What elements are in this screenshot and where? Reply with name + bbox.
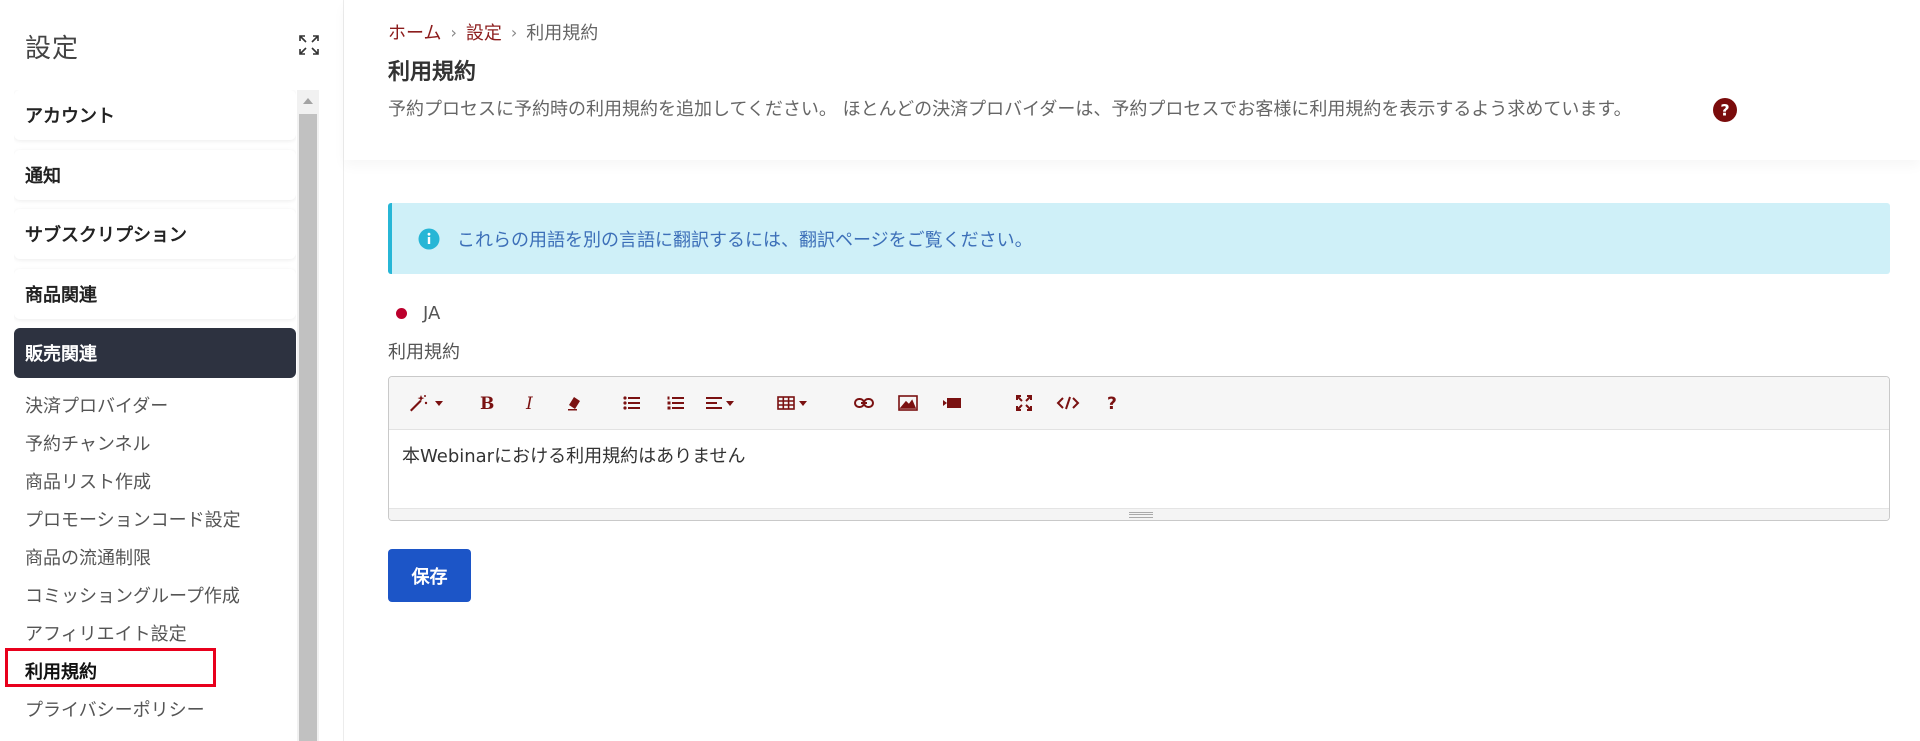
sidebar-item-promo-codes[interactable]: プロモーションコード設定 bbox=[14, 500, 296, 538]
japan-flag-icon bbox=[396, 308, 407, 319]
sidebar-item-affiliate-settings[interactable]: アフィリエイト設定 bbox=[14, 614, 296, 652]
editor-content-area[interactable]: 本Webinarにおける利用規約はありません bbox=[389, 430, 1889, 508]
sidebar-section-subscription[interactable]: サブスクリプション bbox=[14, 209, 296, 259]
scroll-thumb[interactable] bbox=[299, 114, 317, 741]
magic-icon[interactable] bbox=[409, 388, 443, 418]
sidebar-item-product-lists[interactable]: 商品リスト作成 bbox=[14, 462, 296, 500]
resize-grip-icon bbox=[1129, 512, 1153, 518]
sidebar-section-account[interactable]: アカウント bbox=[14, 90, 296, 140]
editor-help-icon[interactable]: ? bbox=[1097, 388, 1127, 418]
ordered-list-icon[interactable] bbox=[661, 388, 691, 418]
align-icon[interactable] bbox=[705, 388, 735, 418]
breadcrumb-home-link[interactable]: ホーム bbox=[388, 19, 441, 45]
sidebar-header: 設定 bbox=[25, 28, 320, 64]
breadcrumb-separator: › bbox=[510, 22, 518, 42]
svg-text:B: B bbox=[480, 394, 494, 412]
sidebar-title: 設定 bbox=[25, 34, 80, 64]
rich-text-editor: B I ? 本Webinarにおける利用規約はありません bbox=[388, 376, 1890, 521]
sidebar-item-commission-groups[interactable]: コミッショングループ作成 bbox=[14, 576, 296, 614]
italic-icon[interactable]: I bbox=[515, 388, 545, 418]
save-button[interactable]: 保存 bbox=[388, 549, 471, 602]
app-root: 設定 アカウント 通知 サブスクリプション 商品関連 販売関連 決済プロバイダー… bbox=[0, 0, 1920, 741]
breadcrumb-separator: › bbox=[450, 22, 457, 42]
settings-sidebar: 設定 アカウント 通知 サブスクリプション 商品関連 販売関連 決済プロバイダー… bbox=[0, 0, 344, 741]
scroll-up-arrow[interactable] bbox=[297, 90, 319, 112]
image-icon[interactable] bbox=[893, 388, 923, 418]
language-indicator: JA bbox=[396, 303, 440, 324]
sidebar-item-privacy-policy[interactable]: プライバシーポリシー bbox=[14, 690, 296, 728]
svg-text:I: I bbox=[525, 394, 533, 412]
code-view-icon[interactable] bbox=[1053, 388, 1083, 418]
sidebar-section-products[interactable]: 商品関連 bbox=[14, 268, 296, 319]
bold-icon[interactable]: B bbox=[471, 388, 501, 418]
svg-text:?: ? bbox=[1107, 394, 1117, 412]
fullscreen-icon[interactable] bbox=[1009, 388, 1039, 418]
sidebar-nav: アカウント 通知 サブスクリプション 商品関連 販売関連 決済プロバイダー 予約… bbox=[14, 90, 296, 741]
info-text: これらの用語を別の言語に翻訳するには、翻訳ページをご覧ください。 bbox=[457, 229, 1033, 251]
link-icon[interactable] bbox=[849, 388, 879, 418]
sidebar-item-booking-channels[interactable]: 予約チャンネル bbox=[14, 424, 296, 462]
info-alert: これらの用語を別の言語に翻訳するには、翻訳ページをご覧ください。 bbox=[388, 203, 1890, 274]
breadcrumb: ホーム › 設定 › 利用規約 bbox=[388, 19, 598, 45]
editor-resize-handle[interactable] bbox=[389, 508, 1889, 520]
sidebar-item-payment-providers[interactable]: 決済プロバイダー bbox=[14, 386, 296, 424]
expand-icon[interactable] bbox=[298, 34, 320, 56]
page-title: 利用規約 bbox=[388, 60, 477, 85]
sidebar-item-distribution-limits[interactable]: 商品の流通制限 bbox=[14, 538, 296, 576]
sidebar-section-notifications[interactable]: 通知 bbox=[14, 149, 296, 200]
sidebar-item-terms[interactable]: 利用規約 bbox=[14, 652, 296, 690]
language-code: JA bbox=[423, 303, 441, 324]
page-header: ホーム › 設定 › 利用規約 利用規約 予約プロセスに予約時の利用規約を追加し… bbox=[344, 0, 1920, 160]
help-icon[interactable]: ? bbox=[1712, 97, 1738, 123]
unordered-list-icon[interactable] bbox=[617, 388, 647, 418]
page-description: 予約プロセスに予約時の利用規約を追加してください。 ほとんどの決済プロバイダーは… bbox=[388, 99, 1632, 120]
main-content: ホーム › 設定 › 利用規約 利用規約 予約プロセスに予約時の利用規約を追加し… bbox=[344, 0, 1920, 741]
video-icon[interactable] bbox=[937, 388, 967, 418]
sidebar-section-sales[interactable]: 販売関連 bbox=[14, 328, 296, 378]
eraser-icon[interactable] bbox=[559, 388, 589, 418]
svg-text:?: ? bbox=[1720, 101, 1729, 120]
terms-field-label: 利用規約 bbox=[388, 342, 460, 363]
sidebar-scrollbar[interactable] bbox=[297, 90, 319, 741]
breadcrumb-settings-link[interactable]: 設定 bbox=[466, 19, 502, 45]
sales-submenu: 決済プロバイダー 予約チャンネル 商品リスト作成 プロモーションコード設定 商品… bbox=[14, 386, 296, 728]
editor-toolbar: B I ? bbox=[389, 377, 1889, 430]
info-icon bbox=[418, 228, 440, 250]
breadcrumb-current: 利用規約 bbox=[526, 23, 599, 44]
table-icon[interactable] bbox=[777, 388, 807, 418]
